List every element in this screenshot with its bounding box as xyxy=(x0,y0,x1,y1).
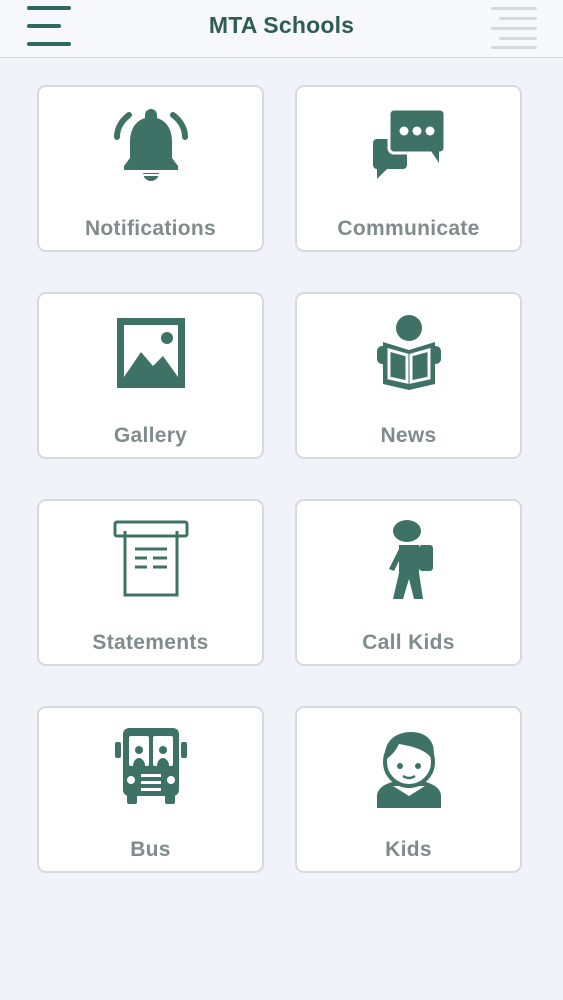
image-icon xyxy=(111,310,191,394)
bus-tile[interactable]: Bus xyxy=(37,706,264,873)
communicate-tile[interactable]: Communicate xyxy=(295,85,522,252)
tile-label: Bus xyxy=(130,838,171,861)
list-menu-icon[interactable] xyxy=(491,5,537,49)
tile-label: Gallery xyxy=(113,424,188,447)
news-tile[interactable]: News xyxy=(295,292,522,459)
notifications-tile[interactable]: Notifications xyxy=(37,85,264,252)
chat-bubbles-icon xyxy=(369,103,449,187)
tile-label: Notifications xyxy=(84,217,217,240)
receipt-icon xyxy=(111,517,191,601)
bell-icon xyxy=(111,103,191,187)
school-bus-icon xyxy=(111,724,191,808)
gallery-tile[interactable]: Gallery xyxy=(37,292,264,459)
tile-label: Kids xyxy=(385,838,432,861)
walking-student-icon xyxy=(369,517,449,601)
boy-face-icon xyxy=(369,724,449,808)
page-title: MTA Schools xyxy=(208,12,355,38)
kids-tile[interactable]: Kids xyxy=(295,706,522,873)
statements-tile[interactable]: Statements xyxy=(37,499,264,666)
tile-label: Statements xyxy=(92,631,209,654)
reading-person-icon xyxy=(369,310,449,394)
top-bar: MTA Schools xyxy=(0,0,563,58)
tile-label: News xyxy=(380,424,437,447)
tile-label: Communicate xyxy=(337,217,480,240)
tile-label: Call Kids xyxy=(362,631,455,654)
call-kids-tile[interactable]: Call Kids xyxy=(295,499,522,666)
